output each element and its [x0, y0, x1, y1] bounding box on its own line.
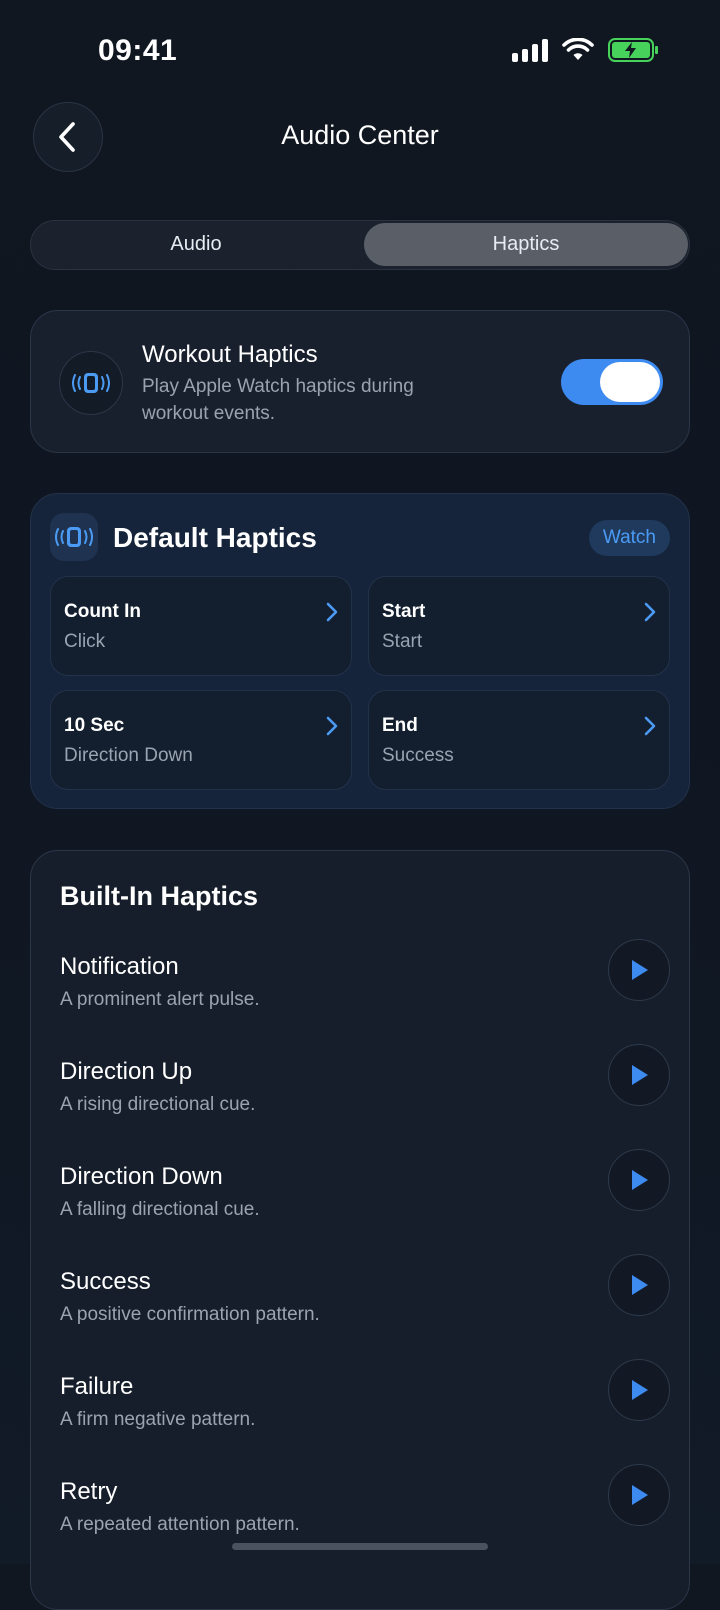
workout-haptics-title: Workout Haptics — [142, 341, 318, 368]
list-item: Retry A repeated attention pattern. — [60, 1464, 670, 1578]
status-time: 09:41 — [98, 34, 178, 67]
setting-label: 10 Sec — [64, 715, 125, 736]
play-button[interactable] — [608, 1254, 670, 1316]
setting-value: Click — [64, 631, 106, 652]
tab-audio[interactable]: Audio — [31, 221, 361, 268]
haptic-description: A prominent alert pulse. — [60, 989, 260, 1010]
built-in-haptics-card: Built-In Haptics Notification A prominen… — [30, 850, 690, 1610]
haptic-setting-10-sec[interactable]: 10 Sec Direction Down — [50, 690, 352, 790]
list-item: Success A positive confirmation pattern. — [60, 1254, 670, 1368]
default-haptics-card: Default Haptics Watch Count In Click Sta… — [30, 493, 690, 809]
play-icon — [632, 1170, 648, 1190]
play-icon — [632, 1485, 648, 1505]
play-button[interactable] — [608, 1464, 670, 1526]
cellular-signal-icon — [512, 38, 548, 62]
list-item: Failure A firm negative pattern. — [60, 1359, 670, 1473]
list-item: Notification A prominent alert pulse. — [60, 939, 670, 1053]
battery-charging-icon — [608, 38, 658, 62]
play-button[interactable] — [608, 1149, 670, 1211]
haptic-title: Direction Down — [60, 1163, 223, 1190]
watch-haptics-icon — [50, 513, 98, 561]
setting-label: Start — [382, 601, 426, 622]
haptic-title: Direction Up — [60, 1058, 193, 1085]
tab-haptics[interactable]: Haptics — [364, 223, 688, 266]
play-button[interactable] — [608, 1359, 670, 1421]
setting-value: Start — [382, 631, 423, 652]
haptic-title: Retry — [60, 1478, 118, 1505]
watch-haptics-icon — [59, 351, 123, 415]
haptic-title: Success — [60, 1268, 151, 1295]
haptic-title: Failure — [60, 1373, 134, 1400]
segmented-control: Audio Haptics — [30, 220, 690, 270]
haptic-setting-start[interactable]: Start Start — [368, 576, 670, 676]
chevron-right-icon — [644, 716, 656, 736]
haptic-setting-end[interactable]: End Success — [368, 690, 670, 790]
toggle-knob — [600, 362, 660, 402]
status-bar: 09:41 — [0, 0, 720, 100]
setting-value: Direction Down — [64, 745, 193, 766]
built-in-haptics-title: Built-In Haptics — [60, 881, 259, 911]
chevron-right-icon — [326, 716, 338, 736]
home-indicator[interactable] — [232, 1543, 488, 1550]
play-icon — [632, 1275, 648, 1295]
chevron-right-icon — [644, 602, 656, 622]
haptic-description: A falling directional cue. — [60, 1199, 260, 1220]
watch-badge: Watch — [588, 520, 670, 556]
list-item: Direction Down A falling directional cue… — [60, 1149, 670, 1263]
haptic-description: A repeated attention pattern. — [60, 1514, 300, 1535]
play-icon — [632, 1065, 648, 1085]
workout-haptics-description: Play Apple Watch haptics during workout … — [142, 376, 414, 424]
haptic-setting-count-in[interactable]: Count In Click — [50, 576, 352, 676]
setting-value: Success — [382, 745, 454, 766]
play-button[interactable] — [608, 939, 670, 1001]
haptic-description: A firm negative pattern. — [60, 1409, 256, 1430]
play-icon — [632, 1380, 648, 1400]
list-item: Direction Up A rising directional cue. — [60, 1044, 670, 1158]
haptic-title: Notification — [60, 953, 179, 980]
wifi-icon — [562, 38, 594, 60]
setting-label: End — [382, 715, 418, 736]
haptic-description: A positive confirmation pattern. — [60, 1304, 320, 1325]
play-button[interactable] — [608, 1044, 670, 1106]
page-title: Audio Center — [281, 120, 439, 150]
workout-haptics-toggle[interactable] — [561, 359, 663, 405]
default-haptics-title: Default Haptics — [113, 522, 317, 553]
play-icon — [632, 960, 648, 980]
chevron-right-icon — [326, 602, 338, 622]
setting-label: Count In — [64, 601, 142, 622]
workout-haptics-card: Workout Haptics Play Apple Watch haptics… — [30, 310, 690, 453]
haptic-description: A rising directional cue. — [60, 1094, 256, 1115]
